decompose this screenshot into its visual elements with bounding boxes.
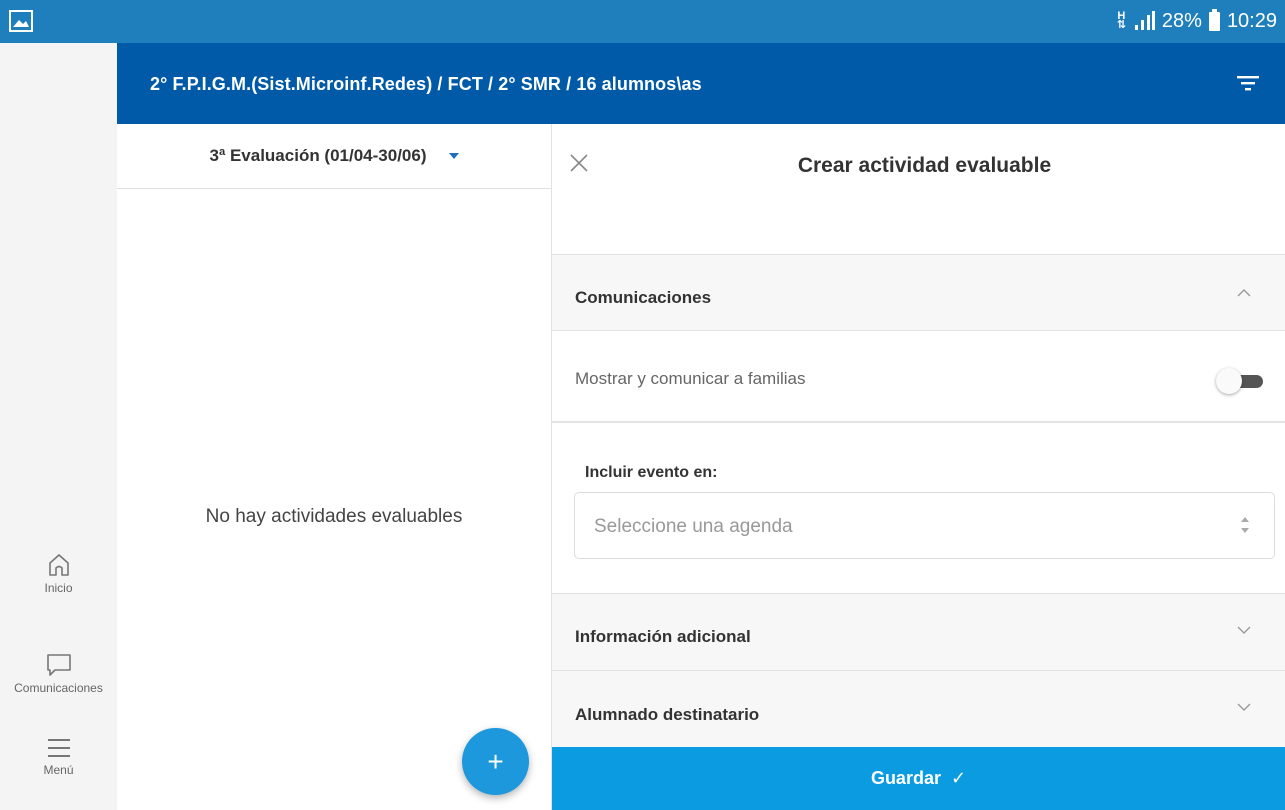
save-button[interactable]: Guardar ✓ [552, 747, 1285, 810]
nav-rail: Inicio Comunicaciones Menú [0, 43, 117, 810]
caret-down-icon [448, 153, 459, 159]
rail-item-menu[interactable]: Menú [0, 737, 117, 777]
toggle-row-familias: Mostrar y comunicar a familias [552, 331, 1285, 423]
period-selector[interactable]: 3ª Evaluación (01/04-30/06) [117, 124, 551, 189]
create-activity-dialog: Crear actividad evaluable Comunicaciones… [552, 124, 1285, 810]
agenda-placeholder: Seleccione una agenda [594, 516, 793, 537]
section-label: Información adicional [575, 627, 751, 646]
empty-state-message: No hay actividades evaluables [205, 506, 463, 527]
section-alumnado-destinatario[interactable]: Alumnado destinatario [552, 670, 1285, 747]
chat-icon [46, 654, 71, 676]
save-label: Guardar [870, 768, 941, 788]
chevron-up-icon [1237, 289, 1251, 297]
rail-item-label: Inicio [44, 581, 73, 595]
rail-item-comunicaciones[interactable]: Comunicaciones [0, 653, 117, 695]
period-selected: 3ª Evaluación (01/04-30/06) [209, 146, 427, 165]
plus-icon: + [487, 745, 504, 777]
toggle-knob [1216, 368, 1242, 394]
add-activity-button[interactable]: + [462, 728, 529, 795]
status-bar: H ⇅ 28% 10:29 [0, 0, 1285, 43]
toggle-label: Mostrar y comunicar a familias [575, 369, 806, 388]
section-label: Comunicaciones [575, 288, 712, 307]
familias-toggle[interactable] [1216, 368, 1263, 394]
updown-arrows-icon [1241, 517, 1249, 533]
clock: 10:29 [1226, 9, 1277, 32]
battery-percent: 28% [1161, 9, 1202, 32]
chevron-down-icon [1237, 703, 1251, 711]
chevron-down-icon [1237, 626, 1251, 634]
rail-item-inicio[interactable]: Inicio [0, 553, 117, 595]
network-type-icon: H ⇅ [1116, 10, 1126, 31]
agenda-select[interactable]: Seleccione una agenda [574, 492, 1275, 559]
signal-icon [1134, 11, 1155, 30]
check-icon: ✓ [950, 768, 967, 788]
section-informacion-adicional[interactable]: Información adicional [552, 593, 1285, 671]
include-event-label: Incluir evento en: [585, 464, 718, 481]
gallery-icon [9, 10, 33, 32]
section-comunicaciones[interactable]: Comunicaciones [552, 254, 1285, 331]
home-icon [48, 554, 69, 576]
rail-item-label: Comunicaciones [14, 681, 103, 695]
page-title: 2° F.P.I.G.M.(Sist.Microinf.Redes) / FCT… [150, 74, 702, 94]
dialog-title: Crear actividad evaluable [797, 154, 1052, 177]
battery-icon [1208, 8, 1220, 31]
app-header: 2° F.P.I.G.M.(Sist.Microinf.Redes) / FCT… [117, 43, 1285, 124]
filter-icon[interactable] [1237, 73, 1259, 93]
menu-icon [47, 739, 70, 757]
rail-item-label: Menú [43, 763, 74, 777]
section-label: Alumnado destinatario [575, 705, 760, 724]
activities-list-panel: 3ª Evaluación (01/04-30/06) No hay activ… [117, 124, 552, 810]
